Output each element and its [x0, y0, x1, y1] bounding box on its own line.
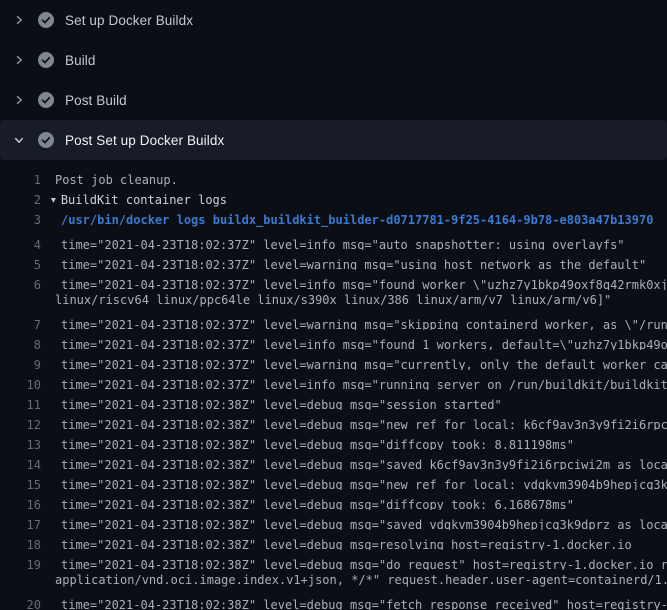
log-text: time="2021-04-23T18:02:38Z" level=debug …: [61, 418, 667, 430]
line-number[interactable]: 18: [0, 538, 41, 550]
line-number[interactable]: 10: [0, 378, 41, 390]
step-title: Post Build: [65, 93, 127, 108]
log-line: 7 time="2021-04-23T18:02:37Z" level=warn…: [0, 310, 667, 330]
log-text: linux/riscv64 linux/ppc64le linux/s390x …: [55, 293, 611, 307]
step-title: Post Set up Docker Buildx: [65, 133, 224, 148]
line-number[interactable]: 12: [0, 418, 41, 430]
log-text: time="2021-04-23T18:02:37Z" level=info m…: [61, 378, 667, 390]
line-number[interactable]: 2: [0, 193, 41, 207]
chevron-right-icon[interactable]: [11, 92, 27, 108]
line-number[interactable]: 7: [0, 318, 41, 330]
line-number[interactable]: 17: [0, 518, 41, 530]
log-line: 19 time="2021-04-23T18:02:38Z" level=deb…: [0, 550, 667, 570]
log-line: 5 time="2021-04-23T18:02:37Z" level=warn…: [0, 250, 667, 270]
log-line-continuation: linux/riscv64 linux/ppc64le linux/s390x …: [0, 290, 667, 310]
log-line: 8 time="2021-04-23T18:02:37Z" level=info…: [0, 330, 667, 350]
log-text: application/vnd.oci.image.index.v1+json,…: [55, 573, 667, 587]
line-number[interactable]: 8: [0, 338, 41, 350]
log-pane: 1 Post job cleanup. 2 ▼ BuildKit contain…: [0, 160, 667, 610]
line-number[interactable]: 4: [0, 238, 41, 250]
log-text: time="2021-04-23T18:02:37Z" level=info m…: [61, 338, 667, 350]
log-line: 9 time="2021-04-23T18:02:37Z" level=warn…: [0, 350, 667, 370]
chevron-right-icon[interactable]: [11, 52, 27, 68]
log-text: time="2021-04-23T18:02:38Z" level=debug …: [61, 458, 667, 470]
log-text[interactable]: BuildKit container logs: [61, 193, 227, 207]
steps-list: Set up Docker Buildx Build P: [0, 0, 667, 160]
log-line: 4 time="2021-04-23T18:02:37Z" level=info…: [0, 230, 667, 250]
step-row[interactable]: Set up Docker Buildx: [0, 0, 667, 40]
step-row[interactable]: Post Build: [0, 80, 667, 120]
actions-log-viewer: Set up Docker Buildx Build P: [0, 0, 667, 610]
log-text: time="2021-04-23T18:02:37Z" level=warnin…: [61, 358, 667, 370]
line-number[interactable]: 15: [0, 478, 41, 490]
log-text: time="2021-04-23T18:02:38Z" level=debug …: [61, 538, 632, 550]
line-number[interactable]: 6: [0, 278, 41, 290]
log-text: time="2021-04-23T18:02:38Z" level=debug …: [61, 398, 502, 410]
log-line: 11 time="2021-04-23T18:02:38Z" level=deb…: [0, 390, 667, 410]
log-line: 15 time="2021-04-23T18:02:38Z" level=deb…: [0, 470, 667, 490]
log-text: time="2021-04-23T18:02:37Z" level=info m…: [61, 278, 667, 290]
log-command-line: 3 /usr/bin/docker logs buildx_buildkit_b…: [0, 210, 667, 230]
group-collapse-icon[interactable]: ▼: [51, 195, 56, 204]
line-number[interactable]: 3: [0, 213, 41, 227]
step-row[interactable]: Post Set up Docker Buildx: [0, 120, 667, 160]
log-text: time="2021-04-23T18:02:37Z" level=info m…: [61, 238, 625, 250]
log-text: time="2021-04-23T18:02:38Z" level=debug …: [61, 438, 574, 450]
log-text: time="2021-04-23T18:02:38Z" level=debug …: [61, 478, 667, 490]
log-text: /usr/bin/docker logs buildx_buildkit_bui…: [61, 213, 653, 227]
line-number[interactable]: 9: [0, 358, 41, 370]
step-row[interactable]: Build: [0, 40, 667, 80]
log-text: time="2021-04-23T18:02:38Z" level=debug …: [61, 518, 667, 530]
chevron-down-icon[interactable]: [11, 132, 27, 148]
log-line: 13 time="2021-04-23T18:02:38Z" level=deb…: [0, 430, 667, 450]
log-line-continuation: application/vnd.oci.image.index.v1+json,…: [0, 570, 667, 590]
log-line: 1 Post job cleanup.: [0, 170, 667, 190]
check-circle-icon: [38, 12, 54, 28]
log-text: time="2021-04-23T18:02:38Z" level=debug …: [61, 558, 667, 570]
log-line: 17 time="2021-04-23T18:02:38Z" level=deb…: [0, 510, 667, 530]
step-title: Build: [65, 53, 96, 68]
log-text: time="2021-04-23T18:02:37Z" level=warnin…: [61, 318, 667, 330]
line-number[interactable]: 1: [0, 173, 41, 187]
line-number[interactable]: 11: [0, 398, 41, 410]
log-text: time="2021-04-23T18:02:38Z" level=debug …: [61, 498, 574, 510]
log-line: 10 time="2021-04-23T18:02:37Z" level=inf…: [0, 370, 667, 390]
log-line: 6 time="2021-04-23T18:02:37Z" level=info…: [0, 270, 667, 290]
check-circle-icon: [38, 52, 54, 68]
log-line: 18 time="2021-04-23T18:02:38Z" level=deb…: [0, 530, 667, 550]
log-text: Post job cleanup.: [55, 173, 178, 187]
log-line: 20 time="2021-04-23T18:02:38Z" level=deb…: [0, 590, 667, 610]
line-number[interactable]: 16: [0, 498, 41, 510]
log-line: 16 time="2021-04-23T18:02:38Z" level=deb…: [0, 490, 667, 510]
line-number[interactable]: 13: [0, 438, 41, 450]
line-number[interactable]: 19: [0, 558, 41, 570]
check-circle-icon: [38, 132, 54, 148]
chevron-right-icon[interactable]: [11, 12, 27, 28]
check-circle-icon: [38, 92, 54, 108]
line-number[interactable]: 5: [0, 258, 41, 270]
log-group-header: 2 ▼ BuildKit container logs: [0, 190, 667, 210]
step-title: Set up Docker Buildx: [65, 13, 193, 28]
log-line: 12 time="2021-04-23T18:02:38Z" level=deb…: [0, 410, 667, 430]
log-line: 14 time="2021-04-23T18:02:38Z" level=deb…: [0, 450, 667, 470]
log-text: time="2021-04-23T18:02:37Z" level=warnin…: [61, 258, 646, 270]
line-number[interactable]: 14: [0, 458, 41, 470]
